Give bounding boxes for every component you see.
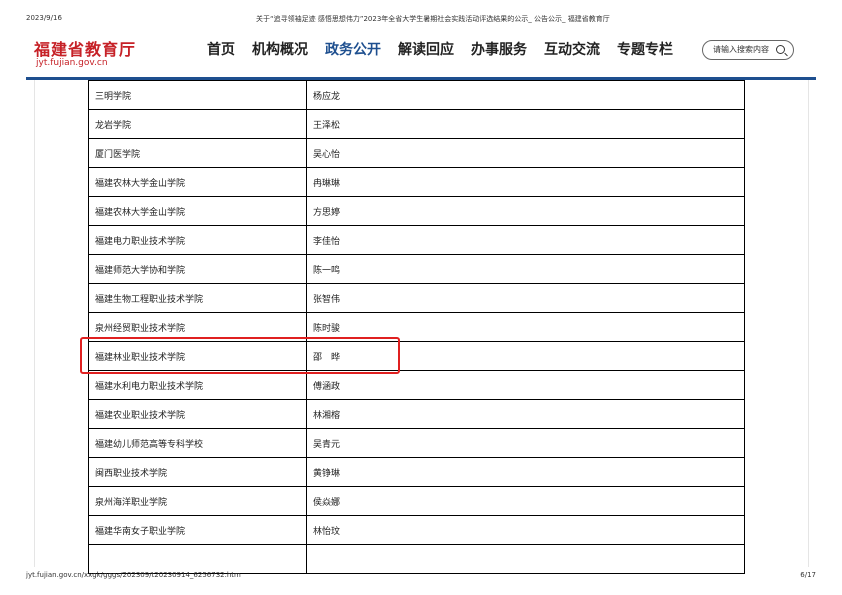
results-table: 三明学院 杨应龙 龙岩学院 王泽松 厦门医学院 吴心怡 福建农林大学金山学院 冉琳琳 福建农林大… bbox=[88, 80, 745, 574]
highlight-annotation-box bbox=[80, 337, 400, 374]
nav-item-organization[interactable]: 机构概况 bbox=[252, 39, 308, 59]
print-page-title: 关于“追寻领袖足迹 感悟思想伟力”2023年全省大学生暑期社会实践活动评选结果的… bbox=[256, 15, 610, 23]
table-row: 厦门医学院 吴心怡 bbox=[88, 138, 745, 168]
nav-item-interaction[interactable]: 互动交流 bbox=[544, 39, 600, 59]
nav-item-interpretation[interactable]: 解读回应 bbox=[398, 39, 454, 59]
table-row: 福建农林大学金山学院 冉琳琳 bbox=[88, 167, 745, 197]
school-cell: 福建幼儿师范高等专科学校 bbox=[88, 428, 307, 458]
table-row: 福建水利电力职业技术学院 傅涵政 bbox=[88, 370, 745, 400]
nav-item-topics[interactable]: 专题专栏 bbox=[617, 39, 673, 59]
student-name-cell: 方思婷 bbox=[306, 196, 745, 226]
school-cell: 福建华南女子职业学院 bbox=[88, 515, 307, 545]
table-row: 福建幼儿师范高等专科学校 吴青元 bbox=[88, 428, 745, 458]
student-name-cell: 侯焱娜 bbox=[306, 486, 745, 516]
school-cell: 福建农林大学金山学院 bbox=[88, 196, 307, 226]
school-cell: 三明学院 bbox=[88, 80, 307, 110]
site-header: 福建省教育厅 jyt.fujian.gov.cn 首页 机构概况 政务公开 解读… bbox=[26, 36, 816, 80]
student-name-cell: 林湘榕 bbox=[306, 399, 745, 429]
table-row: 福建生物工程职业技术学院 张智伟 bbox=[88, 283, 745, 313]
school-cell bbox=[88, 544, 307, 574]
table-row: 泉州海洋职业学院 侯焱娜 bbox=[88, 486, 745, 516]
table-row: 福建农业职业技术学院 林湘榕 bbox=[88, 399, 745, 429]
student-name-cell: 吴心怡 bbox=[306, 138, 745, 168]
nav-item-services[interactable]: 办事服务 bbox=[471, 39, 527, 59]
table-row: 福建农林大学金山学院 方思婷 bbox=[88, 196, 745, 226]
school-cell: 福建水利电力职业技术学院 bbox=[88, 370, 307, 400]
school-cell: 福建农林大学金山学院 bbox=[88, 167, 307, 197]
school-cell: 福建生物工程职业技术学院 bbox=[88, 283, 307, 313]
main-nav: 首页 机构概况 政务公开 解读回应 办事服务 互动交流 专题专栏 bbox=[207, 39, 690, 59]
table-row: 闽西职业技术学院 黄铮琳 bbox=[88, 457, 745, 487]
student-name-cell: 林怡玟 bbox=[306, 515, 745, 545]
print-date: 2023/9/16 bbox=[26, 14, 62, 22]
student-name-cell: 杨应龙 bbox=[306, 80, 745, 110]
student-name-cell: 傅涵政 bbox=[306, 370, 745, 400]
school-cell: 泉州海洋职业学院 bbox=[88, 486, 307, 516]
table-row: 福建华南女子职业学院 林怡玟 bbox=[88, 515, 745, 545]
student-name-cell: 李佳怡 bbox=[306, 225, 745, 255]
school-cell: 福建电力职业技术学院 bbox=[88, 225, 307, 255]
student-name-cell: 吴青元 bbox=[306, 428, 745, 458]
nav-item-government-affairs[interactable]: 政务公开 bbox=[325, 39, 381, 59]
print-page-number: 6/17 bbox=[800, 571, 816, 579]
table-row: 龙岩学院 王泽松 bbox=[88, 109, 745, 139]
student-name-cell: 陈一鸣 bbox=[306, 254, 745, 284]
school-cell: 福建农业职业技术学院 bbox=[88, 399, 307, 429]
search-input[interactable]: 请输入搜索内容 bbox=[702, 40, 794, 60]
school-cell: 厦门医学院 bbox=[88, 138, 307, 168]
print-header: 2023/9/16 关于“追寻领袖足迹 感悟思想伟力”2023年全省大学生暑期社… bbox=[0, 14, 842, 26]
table-row: 福建师范大学协和学院 陈一鸣 bbox=[88, 254, 745, 284]
search-placeholder: 请输入搜索内容 bbox=[713, 45, 769, 54]
table-row: 福建电力职业技术学院 李佳怡 bbox=[88, 225, 745, 255]
search-icon[interactable] bbox=[776, 45, 785, 54]
site-logo-url: jyt.fujian.gov.cn bbox=[36, 58, 108, 68]
school-cell: 福建师范大学协和学院 bbox=[88, 254, 307, 284]
student-name-cell: 冉琳琳 bbox=[306, 167, 745, 197]
site-logo[interactable]: 福建省教育厅 bbox=[34, 36, 136, 60]
student-name-cell: 张智伟 bbox=[306, 283, 745, 313]
table-row bbox=[88, 544, 745, 574]
print-footer-url: jyt.fujian.gov.cn/xxgk/gggs/202309/t2023… bbox=[26, 571, 241, 579]
nav-item-home[interactable]: 首页 bbox=[207, 39, 235, 59]
student-name-cell: 黄铮琳 bbox=[306, 457, 745, 487]
school-cell: 闽西职业技术学院 bbox=[88, 457, 307, 487]
table-row: 三明学院 杨应龙 bbox=[88, 80, 745, 110]
student-name-cell: 王泽松 bbox=[306, 109, 745, 139]
school-cell: 龙岩学院 bbox=[88, 109, 307, 139]
student-name-cell bbox=[306, 544, 745, 574]
